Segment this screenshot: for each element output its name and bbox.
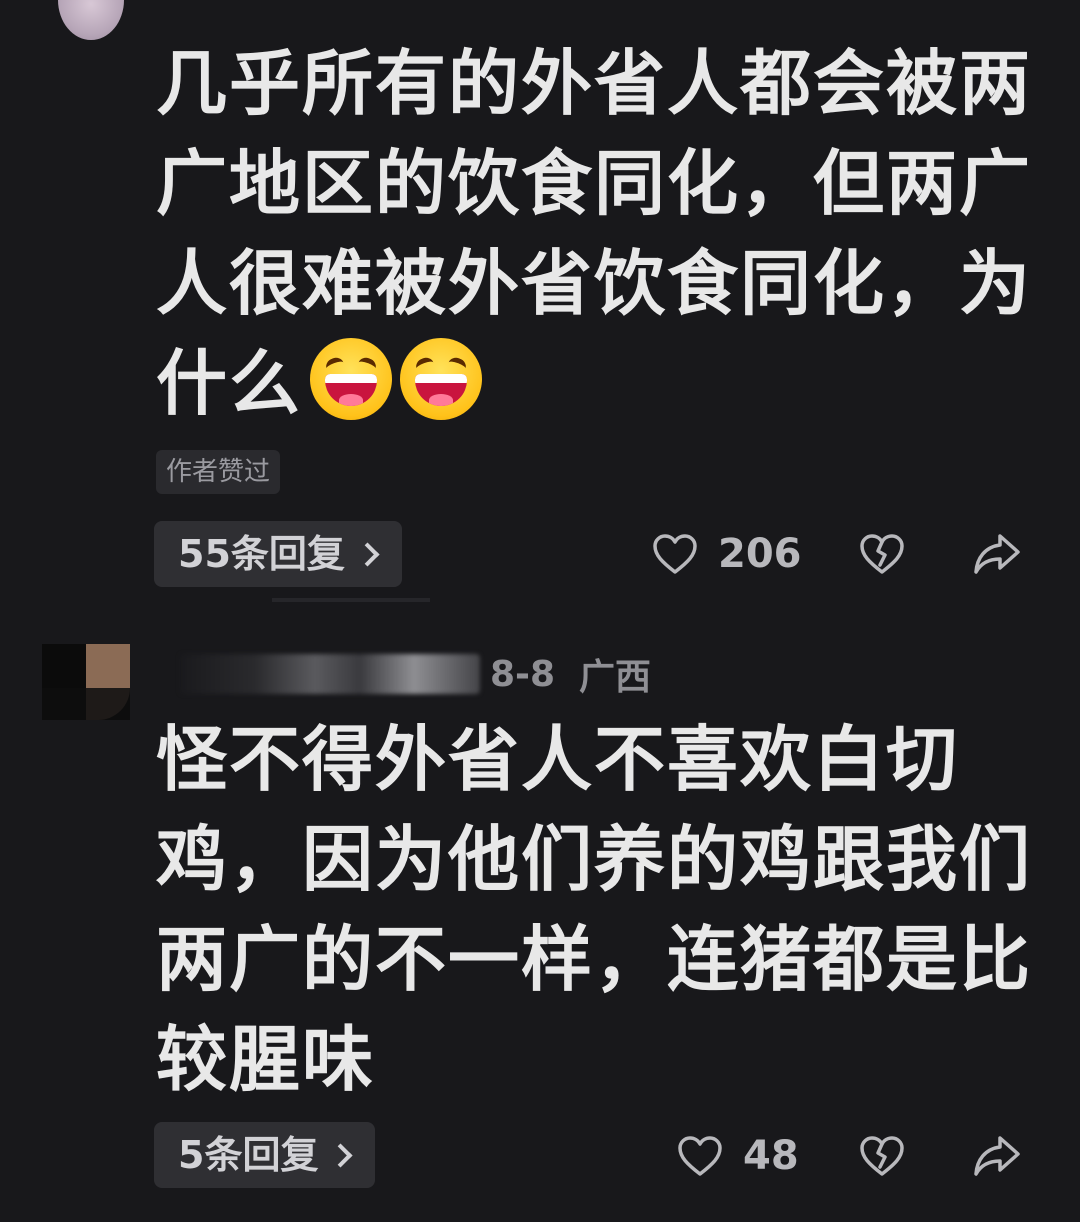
comment-line: 广地区的饮食同化，但两广 xyxy=(156,142,1033,225)
author-liked-badge: 作者赞过 xyxy=(156,450,281,494)
like-count: 48 xyxy=(743,1133,799,1179)
comment-location: 广西 xyxy=(579,657,652,698)
heart-outline-icon xyxy=(678,1136,722,1176)
comment-line: 两广的不一样，连猪都是比 xyxy=(156,918,1033,1001)
comment-line-last: 什么 xyxy=(156,334,1036,434)
laughing-squint-emoji-icon xyxy=(310,338,393,420)
heart-outline-icon xyxy=(653,534,697,574)
comment-line: 几乎所有的外省人都会被两 xyxy=(156,42,1033,125)
replies-label: 55条回复 xyxy=(178,532,345,576)
comment-text: 怪不得外省人不喜欢白切 鸡，因为他们养的鸡跟我们 两广的不一样，连猪都是比 较腥… xyxy=(156,710,1036,1110)
avatar[interactable] xyxy=(58,0,124,40)
share-button[interactable] xyxy=(972,1132,1022,1180)
broken-heart-icon xyxy=(860,534,904,574)
avatar[interactable] xyxy=(42,644,130,720)
comment-meta: 8-8 广西 xyxy=(180,648,675,700)
comment-text: 几乎所有的外省人都会被两 广地区的饮食同化，但两广 人很难被外省饮食同化，为 什… xyxy=(156,34,1036,434)
comment-1: 几乎所有的外省人都会被两 广地区的饮食同化，但两广 人很难被外省饮食同化，为 什… xyxy=(0,0,1080,600)
chevron-right-icon xyxy=(328,1143,353,1168)
comment-line: 鸡，因为他们养的鸡跟我们 xyxy=(156,818,1033,901)
laughing-squint-emoji-icon xyxy=(400,338,483,420)
share-arrow-icon xyxy=(974,1136,1020,1176)
comment-line-text: 什么 xyxy=(156,342,303,425)
divider xyxy=(272,598,430,602)
view-replies-button[interactable]: 5条回复 xyxy=(154,1122,376,1188)
comment-line: 较腥味 xyxy=(156,1018,376,1101)
broken-heart-icon xyxy=(860,1136,904,1176)
share-button[interactable] xyxy=(972,530,1022,578)
username-redacted[interactable] xyxy=(180,654,480,694)
share-arrow-icon xyxy=(974,534,1020,574)
dislike-button[interactable] xyxy=(859,530,905,578)
replies-label: 5条回复 xyxy=(178,1133,319,1177)
dislike-button[interactable] xyxy=(859,1132,905,1180)
like-count: 206 xyxy=(718,531,802,577)
comment-line: 人很难被外省饮食同化，为 xyxy=(156,242,1033,325)
chevron-right-icon xyxy=(355,542,380,567)
like-button[interactable]: 48 xyxy=(677,1128,799,1184)
comment-line: 怪不得外省人不喜欢白切 xyxy=(156,718,960,801)
comment-date: 8-8 xyxy=(490,653,556,695)
view-replies-button[interactable]: 55条回复 xyxy=(154,521,402,587)
like-button[interactable]: 206 xyxy=(652,526,802,582)
